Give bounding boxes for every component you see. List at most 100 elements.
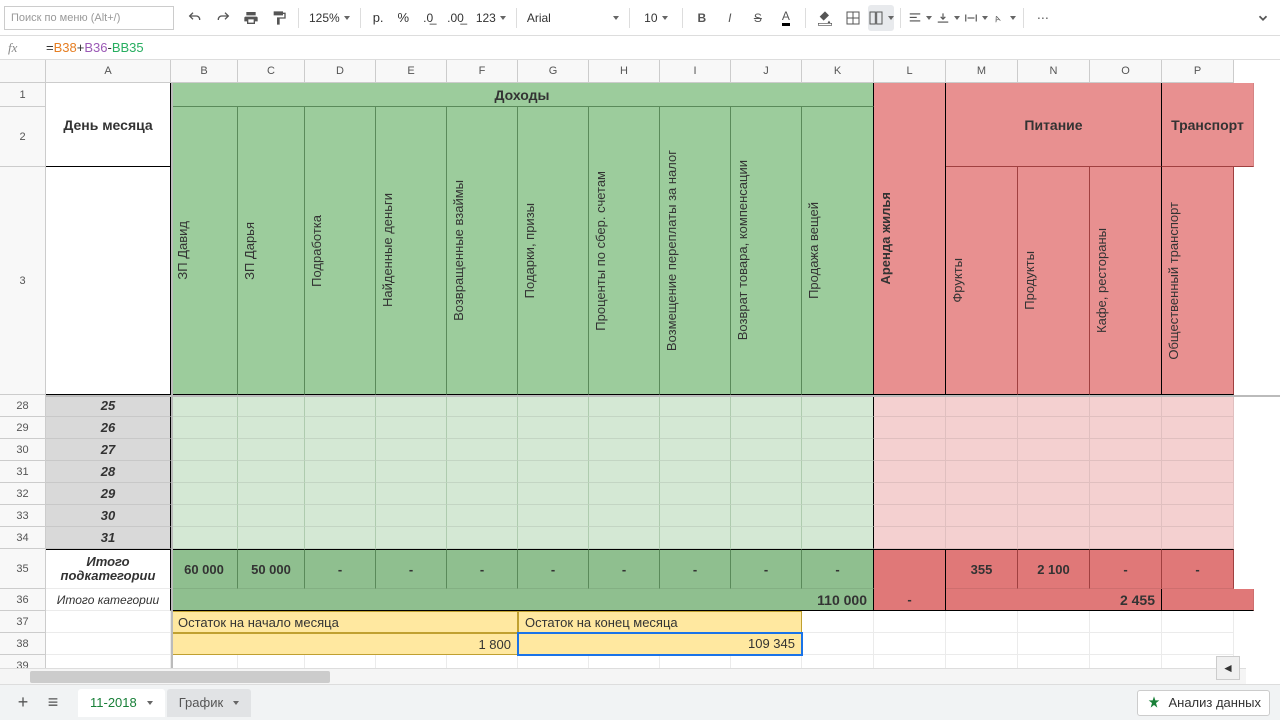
- valign-button[interactable]: [935, 5, 961, 31]
- cell[interactable]: [305, 655, 376, 668]
- cell[interactable]: [731, 461, 802, 483]
- cell[interactable]: [518, 461, 589, 483]
- cell[interactable]: [305, 439, 376, 461]
- cell[interactable]: 31: [46, 527, 171, 549]
- cell[interactable]: [1090, 417, 1162, 439]
- cell[interactable]: [1090, 505, 1162, 527]
- cell[interactable]: [802, 655, 874, 668]
- borders-button[interactable]: [840, 5, 866, 31]
- paint-format-button[interactable]: [266, 5, 292, 31]
- cell[interactable]: 25: [46, 395, 171, 417]
- font-select[interactable]: Arial: [523, 6, 623, 30]
- cell[interactable]: -: [660, 549, 731, 589]
- cell[interactable]: [660, 461, 731, 483]
- cell[interactable]: [1162, 505, 1234, 527]
- cell[interactable]: [874, 527, 946, 549]
- cell[interactable]: [1162, 483, 1234, 505]
- cell[interactable]: [802, 395, 874, 417]
- cell[interactable]: Фрукты: [946, 167, 1018, 395]
- cell[interactable]: [1018, 417, 1090, 439]
- cell[interactable]: Возмещение переплаты за налог: [660, 107, 731, 395]
- row-header[interactable]: 34: [0, 527, 46, 549]
- row-header[interactable]: 39: [0, 655, 46, 668]
- cell[interactable]: [376, 417, 447, 439]
- cell[interactable]: [660, 655, 731, 668]
- percent-button[interactable]: %: [392, 5, 416, 31]
- cell[interactable]: Проценты по сбер. счетам: [589, 107, 660, 395]
- cell[interactable]: [731, 505, 802, 527]
- cell[interactable]: [46, 655, 171, 668]
- cell[interactable]: [731, 655, 802, 668]
- cell[interactable]: День месяца: [46, 83, 171, 167]
- cell[interactable]: [518, 527, 589, 549]
- cell[interactable]: [660, 439, 731, 461]
- decimal-increase-button[interactable]: .00̲: [441, 5, 470, 31]
- cell[interactable]: [802, 633, 874, 655]
- cell[interactable]: [238, 395, 305, 417]
- print-button[interactable]: [238, 5, 264, 31]
- cell[interactable]: [518, 655, 589, 668]
- cell[interactable]: 60 000: [171, 549, 238, 589]
- cell[interactable]: [946, 655, 1018, 668]
- row-header[interactable]: 30: [0, 439, 46, 461]
- cell[interactable]: [802, 461, 874, 483]
- zoom-select[interactable]: 125%: [305, 6, 354, 30]
- cell[interactable]: 30: [46, 505, 171, 527]
- cell[interactable]: [447, 505, 518, 527]
- column-header[interactable]: C: [238, 60, 305, 83]
- row-header[interactable]: 38: [0, 633, 46, 655]
- row-header[interactable]: 31: [0, 461, 46, 483]
- column-header[interactable]: O: [1090, 60, 1162, 83]
- cell[interactable]: [874, 505, 946, 527]
- column-header[interactable]: D: [305, 60, 376, 83]
- cell[interactable]: -: [518, 549, 589, 589]
- cell[interactable]: [447, 527, 518, 549]
- cell[interactable]: [731, 527, 802, 549]
- cell[interactable]: Возврат товара, компенсации: [731, 107, 802, 395]
- cell[interactable]: [447, 417, 518, 439]
- column-header[interactable]: M: [946, 60, 1018, 83]
- cell[interactable]: [1162, 589, 1254, 611]
- cell[interactable]: [1090, 439, 1162, 461]
- cell[interactable]: [238, 527, 305, 549]
- column-header[interactable]: K: [802, 60, 874, 83]
- row-header[interactable]: 28: [0, 395, 46, 417]
- column-header[interactable]: J: [731, 60, 802, 83]
- cell[interactable]: [518, 395, 589, 417]
- cell[interactable]: [802, 483, 874, 505]
- cell[interactable]: [589, 395, 660, 417]
- all-sheets-button[interactable]: ≡: [38, 688, 68, 718]
- cell[interactable]: -: [376, 549, 447, 589]
- explore-button[interactable]: Анализ данных: [1137, 690, 1270, 716]
- column-header[interactable]: I: [660, 60, 731, 83]
- cell[interactable]: [589, 439, 660, 461]
- cell[interactable]: [1162, 611, 1234, 633]
- cell[interactable]: Продукты: [1018, 167, 1090, 395]
- cell[interactable]: [447, 395, 518, 417]
- cell[interactable]: -: [802, 549, 874, 589]
- cell[interactable]: [946, 505, 1018, 527]
- cell[interactable]: Остаток на начало месяца: [171, 611, 518, 633]
- cell[interactable]: [1090, 611, 1162, 633]
- cell[interactable]: ЗП Давид: [171, 107, 238, 395]
- cell[interactable]: 110 000: [171, 589, 874, 611]
- decimal-decrease-button[interactable]: .0̲: [417, 5, 439, 31]
- cell[interactable]: [171, 417, 238, 439]
- cell[interactable]: Итого подкатегории: [46, 549, 171, 589]
- row-header[interactable]: 32: [0, 483, 46, 505]
- add-sheet-button[interactable]: +: [8, 688, 38, 718]
- font-size-select[interactable]: 10: [636, 6, 676, 30]
- cell[interactable]: [376, 483, 447, 505]
- strikethrough-button[interactable]: S: [745, 5, 771, 31]
- column-header[interactable]: H: [589, 60, 660, 83]
- cell[interactable]: [238, 655, 305, 668]
- cell[interactable]: [376, 461, 447, 483]
- cell[interactable]: 29: [46, 483, 171, 505]
- cell[interactable]: [946, 461, 1018, 483]
- cell[interactable]: [1162, 633, 1234, 655]
- cell[interactable]: [946, 417, 1018, 439]
- cell[interactable]: [1090, 461, 1162, 483]
- cell[interactable]: 28: [46, 461, 171, 483]
- cell[interactable]: Кафе, рестораны: [1090, 167, 1162, 395]
- formula-input[interactable]: =B38+B36-BB35: [46, 40, 1272, 55]
